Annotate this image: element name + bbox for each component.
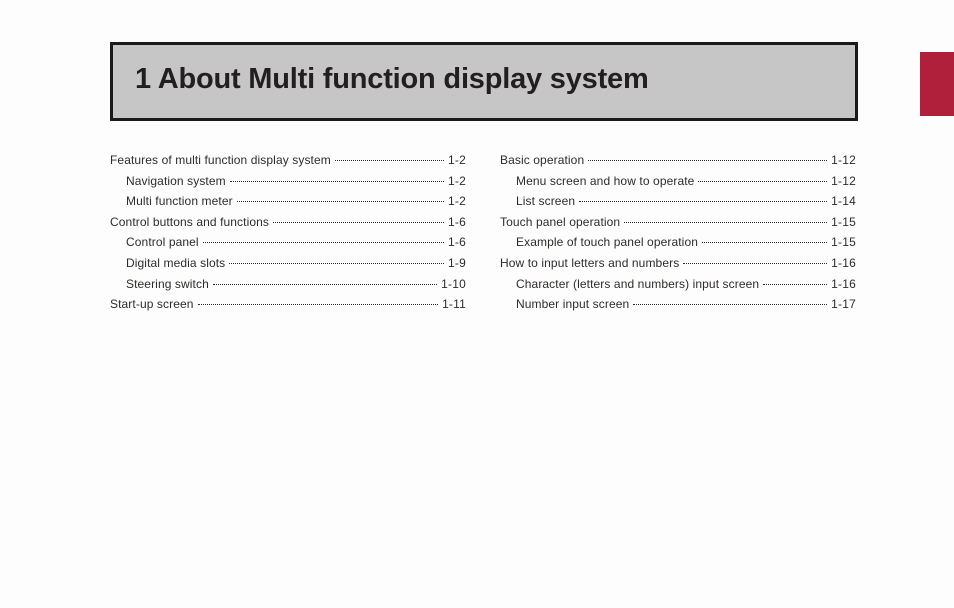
section-tab (920, 52, 954, 116)
toc-entry-page: 1-12 (831, 151, 856, 170)
toc-entry: Basic operation 1-12 (500, 151, 856, 170)
chapter-title-box: 1 About Multi function display system (110, 42, 858, 121)
toc-leader (213, 284, 437, 285)
toc-entry: Control buttons and functions 1-6 (110, 213, 466, 232)
toc-entry-page: 1-16 (831, 275, 856, 294)
toc-entry-page: 1-6 (448, 233, 466, 252)
toc-entry-label: Control buttons and functions (110, 213, 269, 232)
toc-leader (229, 263, 444, 264)
toc-entry: Menu screen and how to operate 1-12 (500, 172, 856, 191)
toc-entry: Touch panel operation 1-15 (500, 213, 856, 232)
table-of-contents: Features of multi function display syste… (110, 151, 902, 316)
toc-entry-page: 1-15 (831, 233, 856, 252)
toc-entry-label: List screen (500, 192, 575, 211)
toc-entry: Example of touch panel operation 1-15 (500, 233, 856, 252)
toc-leader (763, 284, 827, 285)
toc-leader (683, 263, 827, 264)
toc-entry: Navigation system 1-2 (110, 172, 466, 191)
toc-entry-label: Control panel (110, 233, 199, 252)
toc-leader (237, 201, 444, 202)
toc-entry-label: Digital media slots (110, 254, 225, 273)
toc-leader (588, 160, 827, 161)
chapter-title: 1 About Multi function display system (135, 63, 833, 96)
toc-leader (633, 304, 827, 305)
toc-entry-page: 1-16 (831, 254, 856, 273)
document-page: 1 About Multi function display system Fe… (0, 0, 954, 608)
toc-entry: Control panel 1-6 (110, 233, 466, 252)
toc-entry: Steering switch 1-10 (110, 275, 466, 294)
toc-entry-page: 1-10 (441, 275, 466, 294)
toc-leader (198, 304, 439, 305)
toc-entry-page: 1-9 (448, 254, 466, 273)
toc-entry: Start-up screen 1-11 (110, 295, 466, 314)
toc-leader (624, 222, 827, 223)
toc-entry-label: Navigation system (110, 172, 226, 191)
toc-entry-label: Basic operation (500, 151, 584, 170)
toc-leader (335, 160, 444, 161)
toc-leader (273, 222, 444, 223)
toc-entry: Number input screen 1-17 (500, 295, 856, 314)
toc-entry: How to input letters and numbers 1-16 (500, 254, 856, 273)
toc-entry-page: 1-17 (831, 295, 856, 314)
toc-entry-page: 1-11 (442, 295, 466, 314)
toc-entry-label: Touch panel operation (500, 213, 620, 232)
toc-entry: Features of multi function display syste… (110, 151, 466, 170)
toc-entry: Character (letters and numbers) input sc… (500, 275, 856, 294)
toc-entry: List screen 1-14 (500, 192, 856, 211)
toc-column-left: Features of multi function display syste… (110, 151, 466, 316)
toc-entry-page: 1-12 (831, 172, 856, 191)
toc-entry-page: 1-14 (831, 192, 856, 211)
toc-entry-label: Features of multi function display syste… (110, 151, 331, 170)
toc-column-right: Basic operation1-12Menu screen and how t… (500, 151, 856, 316)
toc-entry-label: Menu screen and how to operate (500, 172, 694, 191)
toc-entry: Multi function meter 1-2 (110, 192, 466, 211)
toc-leader (203, 242, 444, 243)
toc-entry-label: Character (letters and numbers) input sc… (500, 275, 759, 294)
toc-leader (702, 242, 827, 243)
toc-entry-page: 1-2 (448, 192, 466, 211)
toc-leader (579, 201, 827, 202)
toc-leader (230, 181, 444, 182)
toc-entry-page: 1-6 (448, 213, 466, 232)
toc-entry-label: Start-up screen (110, 295, 194, 314)
toc-entry-page: 1-2 (448, 172, 466, 191)
toc-entry-page: 1-2 (448, 151, 466, 170)
toc-entry-label: Example of touch panel operation (500, 233, 698, 252)
toc-entry-page: 1-15 (831, 213, 856, 232)
toc-entry-label: Steering switch (110, 275, 209, 294)
toc-entry: Digital media slots 1-9 (110, 254, 466, 273)
toc-leader (698, 181, 827, 182)
toc-entry-label: How to input letters and numbers (500, 254, 679, 273)
toc-entry-label: Number input screen (500, 295, 629, 314)
toc-entry-label: Multi function meter (110, 192, 233, 211)
